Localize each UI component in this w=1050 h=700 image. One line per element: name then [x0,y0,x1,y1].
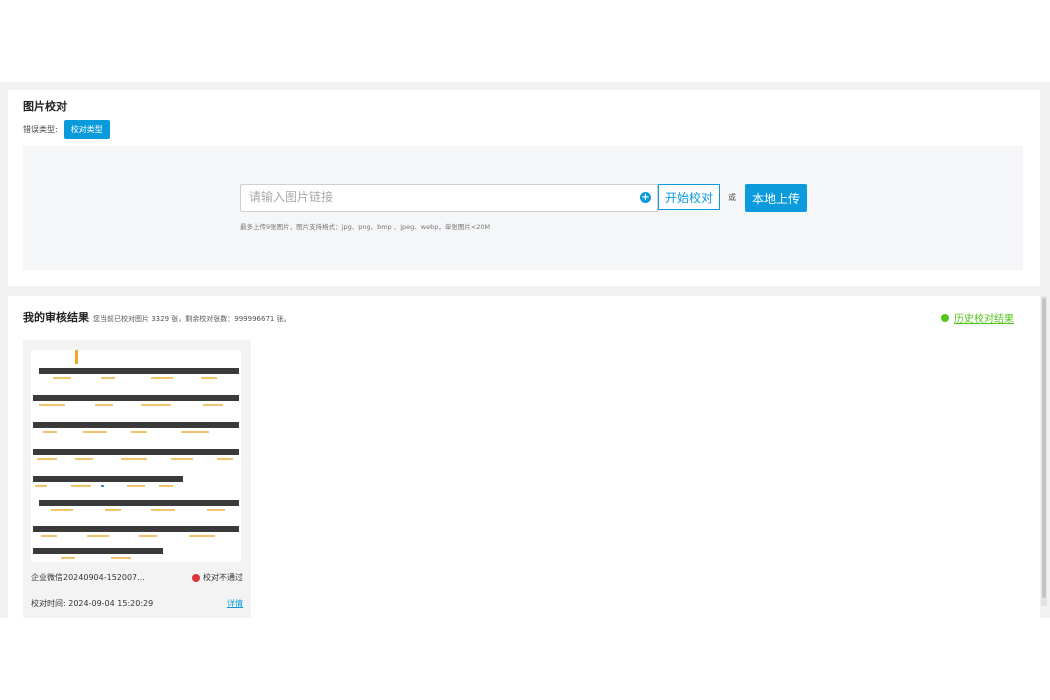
results-title: 我的审核结果 [23,311,89,324]
history-results-link[interactable]: 历史校对结果 [941,310,1014,325]
or-separator: 或 [728,193,736,202]
local-upload-button[interactable]: 本地上传 [745,184,807,212]
results-header: 我的审核结果 您当前已校对图片 3329 张，剩余校对张数：999996671 … [23,309,291,325]
upload-hint: 最多上传9张图片，图片支持格式：jpg、png、bmp 、jpeg、webp，单… [240,223,491,231]
results-stats: 您当前已校对图片 3329 张，剩余校对张数：999996671 张。 [93,315,291,323]
plus-circle-icon[interactable]: + [640,192,651,203]
url-input-group: + 开始校对 [240,184,720,212]
card-detail-link[interactable]: 详情 [227,598,243,609]
error-type-label: 错误类型: [23,125,58,134]
url-input-wrapper: + [240,184,658,212]
card-time: 校对时间: 2024-09-04 15:20:29 [31,598,153,609]
panel-title: 图片校对 [23,100,67,113]
card-status-label: 校对不通过 [203,573,243,582]
history-link-label[interactable]: 历史校对结果 [954,310,1014,325]
image-url-input[interactable] [241,185,629,209]
error-type-button[interactable]: 校对类型 [63,120,110,139]
history-dot-icon [941,313,949,322]
status-dot-icon [192,573,200,582]
start-proofread-button[interactable]: 开始校对 [658,184,720,210]
result-card[interactable]: 企业微信20240904-152007... 校对不通过 校对时间: 2024-… [23,340,251,618]
scrollbar-thumb[interactable] [1042,298,1046,598]
thumbnail-image [31,350,241,562]
card-status: 校对不通过 [192,572,243,583]
card-time-value: 2024-09-04 15:20:29 [68,599,154,608]
error-type-row: 错误类型: 校对类型 [23,120,110,139]
card-filename: 企业微信20240904-152007... [31,573,145,582]
result-thumbnail[interactable] [31,350,241,562]
card-time-label: 校对时间: [31,599,66,608]
